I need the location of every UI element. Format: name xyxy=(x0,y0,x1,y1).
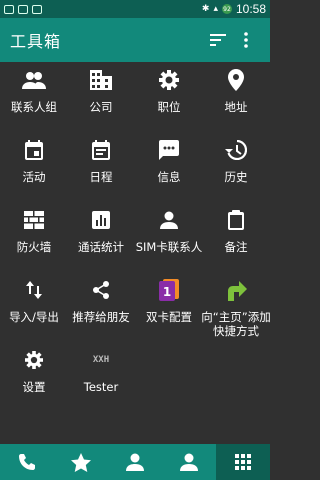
tool-grid: 联系人组 公司 职位 地址 活动 日程 信息 历史 防火墙 通话统计 SIM卡联… xyxy=(0,62,271,442)
person-icon xyxy=(157,208,181,232)
share-icon xyxy=(89,278,113,302)
history-icon xyxy=(224,138,248,162)
tool-dual-sim[interactable]: 1 双卡配置 xyxy=(135,272,203,342)
tool-import-export[interactable]: 导入/导出 xyxy=(0,272,68,342)
tool-notes[interactable]: 备注 xyxy=(202,202,270,272)
sort-icon[interactable] xyxy=(204,26,232,54)
status-bar: ✱ ▴ 92 10:58 xyxy=(0,0,270,18)
signal-icon: ▴ xyxy=(213,4,218,14)
tool-messages[interactable]: 信息 xyxy=(135,132,203,202)
chart-icon xyxy=(89,208,113,232)
tool-company[interactable]: 公司 xyxy=(67,62,135,132)
grid-icon xyxy=(235,454,251,470)
tool-address[interactable]: 地址 xyxy=(202,62,270,132)
favorites-tab[interactable] xyxy=(54,444,108,480)
tool-call-stats[interactable]: 通话统计 xyxy=(67,202,135,272)
group-icon xyxy=(22,68,46,92)
person-icon xyxy=(180,453,198,471)
calendar-icon xyxy=(89,138,113,162)
tool-contact-groups[interactable]: 联系人组 xyxy=(0,62,68,132)
tool-add-shortcut[interactable]: 向“主页”添加 快捷方式 xyxy=(198,272,274,342)
event-icon xyxy=(22,138,46,162)
message-icon xyxy=(157,138,181,162)
tester-icon: XXH xyxy=(92,355,110,365)
page-title: 工具箱 xyxy=(10,32,62,51)
bottom-nav xyxy=(0,444,270,480)
contacts-tab[interactable] xyxy=(108,444,162,480)
location-icon xyxy=(224,68,248,92)
more-vert-icon[interactable] xyxy=(232,26,260,54)
shortcut-arrow-icon xyxy=(224,278,248,302)
notification-icon xyxy=(4,4,14,14)
groups-tab[interactable] xyxy=(162,444,216,480)
tool-firewall[interactable]: 防火墙 xyxy=(0,202,68,272)
block-icon xyxy=(32,4,42,14)
settings-icon xyxy=(22,348,46,372)
phone-tab[interactable] xyxy=(0,444,54,480)
battery-icon: 92 xyxy=(221,4,232,14)
star-icon xyxy=(71,452,91,472)
person-icon xyxy=(126,453,144,471)
bluetooth-icon: ✱ xyxy=(201,4,210,14)
business-icon xyxy=(89,68,113,92)
tool-settings[interactable]: 设置 xyxy=(0,342,68,412)
tool-tester[interactable]: XXH Tester xyxy=(67,342,135,412)
gear-icon xyxy=(157,68,181,92)
tool-history[interactable]: 历史 xyxy=(202,132,270,202)
keyboard-icon xyxy=(18,4,28,14)
firewall-icon xyxy=(22,208,46,232)
tool-position[interactable]: 职位 xyxy=(135,62,203,132)
clipboard-icon xyxy=(224,208,248,232)
clock: 10:58 xyxy=(235,2,266,16)
tool-sim-contacts[interactable]: SIM卡联系人 xyxy=(135,202,203,272)
app-bar: 工具箱 xyxy=(0,18,270,62)
tool-events[interactable]: 活动 xyxy=(0,132,68,202)
svg-text:1: 1 xyxy=(163,285,171,299)
phone-icon xyxy=(19,454,35,470)
dual-sim-icon: 1 xyxy=(157,278,181,302)
swap-icon xyxy=(22,278,46,302)
tool-recommend[interactable]: 推荐给朋友 xyxy=(67,272,135,342)
toolbox-tab[interactable] xyxy=(216,444,270,480)
tool-schedule[interactable]: 日程 xyxy=(67,132,135,202)
